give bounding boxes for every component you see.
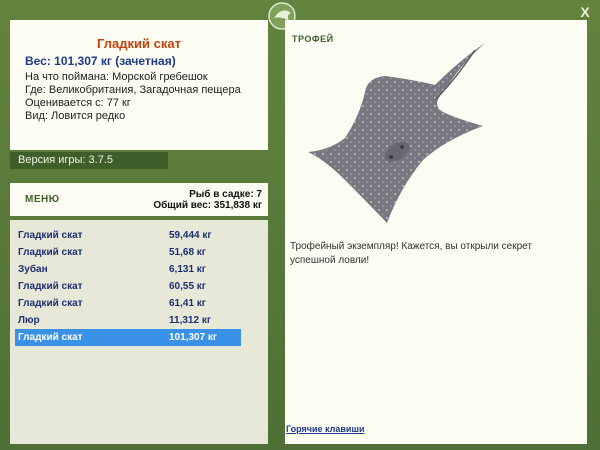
game-version: Версия игры: 3.7.5 <box>10 152 168 169</box>
hotkeys-link[interactable]: Горячие клавиши <box>286 424 364 434</box>
fish-location: Где: Великобритания, Загадочная пещера <box>25 84 241 96</box>
catch-name: Гладкий скат <box>18 332 83 343</box>
keepnet-header: МЕНЮ Рыб в садке: 7 Общий вес: 351,838 к… <box>10 183 268 216</box>
catch-weight: 51,68 кг <box>169 247 206 258</box>
catch-weight: 59,444 кг <box>169 230 212 241</box>
catch-row[interactable]: Гладкий скат 59,444 кг <box>15 227 241 244</box>
catch-name: Зубан <box>18 264 48 275</box>
fish-value-threshold: Оценивается с: 77 кг <box>25 97 131 109</box>
fish-bait: На что поймана: Морской гребешок <box>25 71 208 83</box>
catch-name: Люр <box>18 315 40 326</box>
catch-name: Гладкий скат <box>18 298 83 309</box>
catch-row[interactable]: Зубан 6,131 кг <box>15 261 241 278</box>
menu-button[interactable]: МЕНЮ <box>25 194 60 205</box>
catch-name: Гладкий скат <box>18 281 83 292</box>
catch-list: Гладкий скат 59,444 кг Гладкий скат 51,6… <box>10 220 268 444</box>
catch-weight: 11,312 кг <box>169 315 211 326</box>
catch-weight: 61,41 кг <box>169 298 206 309</box>
catch-row[interactable]: Гладкий скат 61,41 кг <box>15 295 241 312</box>
catch-row[interactable]: Люр 11,312 кг <box>15 312 241 329</box>
fish-weight: Вес: 101,307 кг (зачетная) <box>25 54 176 68</box>
trophy-description: Трофейный экземпляр! Кажется, вы открыли… <box>290 241 532 266</box>
catch-name: Гладкий скат <box>18 230 83 241</box>
catch-weight: 101,307 кг <box>169 332 218 343</box>
game-window: X Гладкий скат Вес: 101,307 кг (зачетная… <box>0 0 600 450</box>
keepnet-count: Рыб в садке: 7 <box>189 189 262 200</box>
close-button[interactable]: X <box>577 4 593 20</box>
keepnet-total-weight: Общий вес: 351,838 кг <box>153 200 262 211</box>
catch-row[interactable]: Гладкий скат 60,55 кг <box>15 278 241 295</box>
fish-rarity: Вид: Ловится редко <box>25 110 126 122</box>
fish-name: Гладкий скат <box>97 36 181 51</box>
catch-row-selected[interactable]: Гладкий скат 101,307 кг <box>15 329 241 346</box>
fish-info-panel: Гладкий скат Вес: 101,307 кг (зачетная) … <box>10 20 268 150</box>
catch-weight: 6,131 кг <box>169 264 206 275</box>
trophy-panel: ТРОФЕЙ Трофейный экземпляр! Кажется, вы … <box>285 20 587 444</box>
catch-name: Гладкий скат <box>18 247 83 258</box>
catch-row[interactable]: Гладкий скат 51,68 кг <box>15 244 241 261</box>
catch-weight: 60,55 кг <box>169 281 206 292</box>
stingray-illustration <box>308 43 485 223</box>
